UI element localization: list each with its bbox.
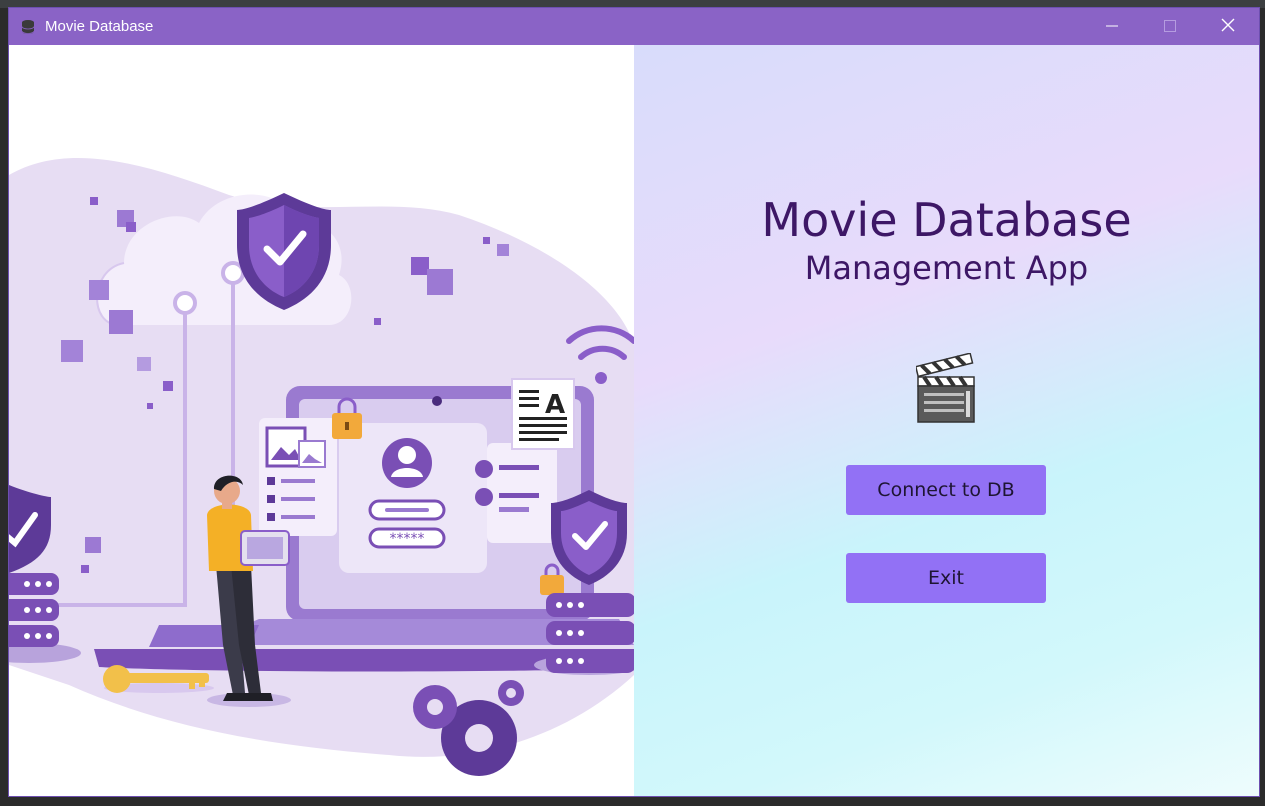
close-icon — [1221, 17, 1235, 36]
database-icon — [19, 18, 37, 36]
maximize-icon — [1164, 17, 1176, 36]
password-mask: ***** — [390, 531, 425, 547]
background-top-strip — [0, 0, 1265, 8]
exit-button[interactable]: Exit — [846, 553, 1046, 603]
minimize-button[interactable] — [1083, 8, 1141, 45]
background-left-strip — [0, 8, 9, 806]
clapperboard-icon — [914, 352, 976, 423]
image-card — [259, 418, 337, 536]
svg-text:A: A — [545, 390, 565, 420]
window-title: Movie Database — [45, 18, 154, 35]
title-bar[interactable]: Movie Database — [9, 8, 1259, 45]
document-icon: A — [511, 378, 575, 450]
app-heading: Movie Database — [761, 193, 1132, 247]
connect-to-db-button[interactable]: Connect to DB — [846, 465, 1046, 515]
security-illustration: ***** A — [9, 45, 634, 796]
background-right-strip — [1259, 8, 1265, 806]
minimize-icon — [1106, 17, 1118, 36]
close-button[interactable] — [1199, 8, 1257, 45]
profile-card: ***** — [339, 423, 487, 573]
background-bottom-strip — [0, 796, 1265, 806]
maximize-button[interactable] — [1141, 8, 1199, 45]
welcome-panel: Movie Database Management App Connect to… — [634, 45, 1259, 796]
app-window: Movie Database ***** A Movie Database Ma… — [9, 8, 1259, 796]
server-stack-icon — [534, 593, 634, 675]
list-card — [475, 443, 557, 543]
app-subheading: Management App — [804, 249, 1089, 287]
